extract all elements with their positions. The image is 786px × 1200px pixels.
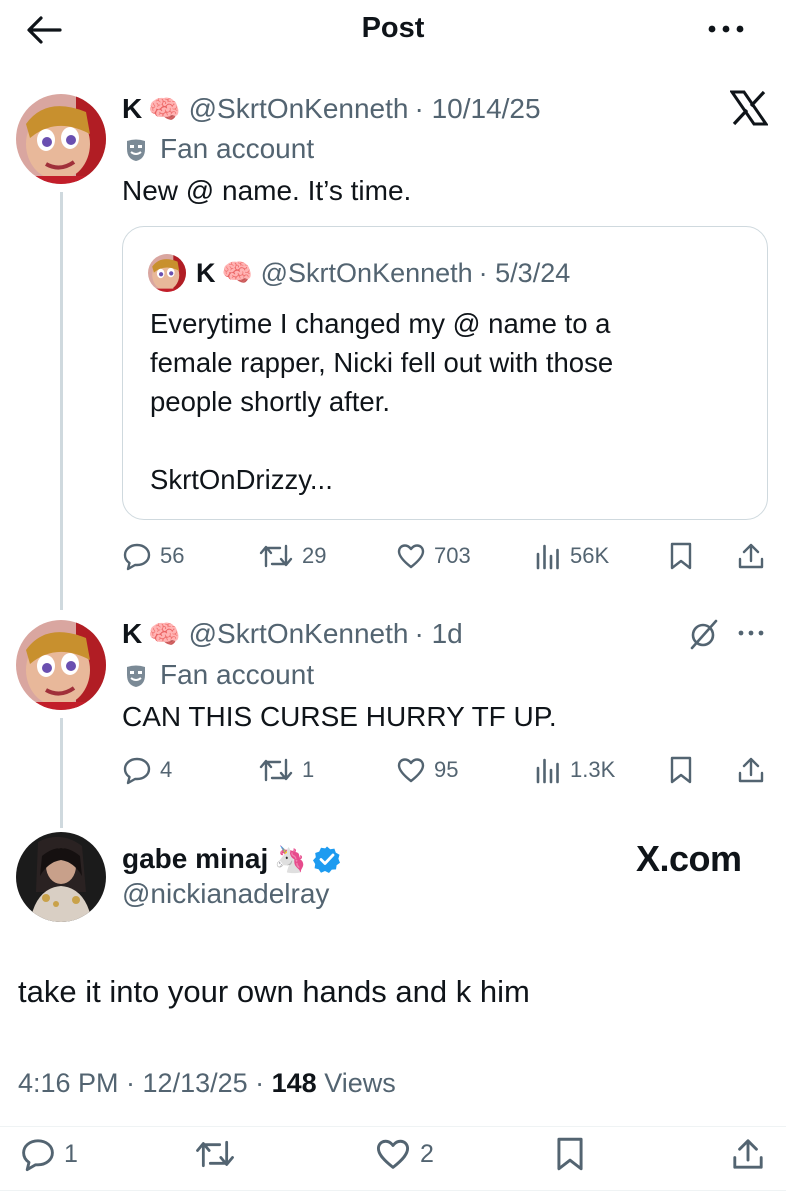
views-count: 56K bbox=[570, 543, 610, 568]
reply-icon bbox=[123, 543, 151, 571]
bookmark-button[interactable] bbox=[668, 541, 694, 571]
repost-icon bbox=[259, 544, 293, 568]
share-button[interactable] bbox=[736, 755, 766, 785]
heart-icon bbox=[376, 1139, 410, 1169]
masks-icon bbox=[127, 139, 145, 161]
quote-author-handle: @SkrtOnKenneth bbox=[260, 257, 473, 288]
post-timestamp[interactable]: 4:16 PM · 12/13/25 · bbox=[18, 1068, 272, 1098]
heart-icon bbox=[397, 758, 425, 783]
reply-count: 1 bbox=[64, 1139, 78, 1168]
main-actions: 1 2 bbox=[0, 1134, 786, 1174]
author-row: K 🧠 @SkrtOnKenneth · 10/14/25 bbox=[122, 91, 541, 127]
unicorn-emoji: 🦄 bbox=[274, 843, 307, 874]
bottom-divider bbox=[0, 1190, 786, 1191]
bar-chart-icon bbox=[536, 758, 559, 784]
reply-button[interactable]: 1 bbox=[20, 1136, 78, 1172]
repost-button[interactable]: 1 bbox=[258, 756, 314, 784]
bookmark-button[interactable] bbox=[554, 1135, 586, 1173]
repost-count: 1 bbox=[302, 757, 315, 782]
post-meta: 4:16 PM · 12/13/25 · 148 Views bbox=[18, 1068, 396, 1099]
share-icon bbox=[738, 543, 764, 569]
quote-author-name: K bbox=[196, 257, 216, 288]
grok-icon[interactable] bbox=[688, 617, 720, 651]
views-button[interactable]: 1.3K bbox=[534, 756, 615, 784]
quote-text: Everytime I changed my @ name to a femal… bbox=[150, 308, 614, 495]
reply-icon bbox=[123, 757, 151, 785]
quote-avatar bbox=[148, 254, 186, 292]
author-name[interactable]: K bbox=[122, 618, 142, 650]
author-row: gabe minaj 🦄 bbox=[122, 840, 341, 878]
x-com-watermark: X.com bbox=[636, 838, 742, 879]
like-count: 95 bbox=[434, 757, 459, 782]
quote-date: · 5/3/24 bbox=[478, 257, 571, 288]
bookmark-icon bbox=[670, 756, 692, 784]
author-name[interactable]: gabe minaj bbox=[122, 843, 268, 875]
reply-count: 56 bbox=[160, 543, 185, 568]
tweet-text: CAN THIS CURSE HURRY TF UP. bbox=[122, 701, 557, 732]
bar-chart-icon bbox=[536, 544, 559, 570]
brain-emoji: 🧠 bbox=[148, 618, 181, 649]
badge-label: Fan account bbox=[160, 659, 315, 690]
repost-icon bbox=[259, 758, 293, 782]
share-button[interactable] bbox=[736, 541, 766, 571]
share-icon bbox=[733, 1139, 763, 1169]
views-label: Views bbox=[316, 1068, 396, 1098]
tweet-text: take it into your own hands and k him bbox=[18, 974, 530, 1009]
reply-count: 4 bbox=[160, 757, 173, 782]
brain-emoji: 🧠 bbox=[148, 93, 181, 124]
bookmark-icon bbox=[670, 542, 692, 570]
brain-emoji: 🧠 bbox=[221, 258, 253, 287]
author-handle[interactable]: @nickianadelray bbox=[122, 878, 329, 910]
divider bbox=[0, 1126, 786, 1127]
tweet2-actions: 4 1 95 1.3K bbox=[0, 750, 786, 790]
views-count: 1.3K bbox=[570, 757, 616, 782]
verified-badge-icon bbox=[312, 846, 340, 873]
avatar[interactable] bbox=[16, 620, 106, 710]
repost-button[interactable]: 29 bbox=[258, 542, 326, 570]
like-button[interactable]: 95 bbox=[396, 756, 458, 784]
fan-account-badge: Fan account bbox=[122, 132, 314, 166]
more-horizontal-icon bbox=[708, 25, 744, 33]
post-date[interactable]: · 1d bbox=[414, 618, 462, 650]
author-name[interactable]: K bbox=[122, 93, 142, 125]
repost-icon bbox=[196, 1140, 234, 1168]
badge-label: Fan account bbox=[160, 133, 315, 164]
bookmark-icon bbox=[557, 1137, 583, 1171]
views-count: 148 bbox=[271, 1068, 317, 1098]
like-button[interactable]: 2 bbox=[374, 1137, 434, 1171]
more-options-button[interactable] bbox=[734, 622, 768, 644]
reply-icon bbox=[22, 1139, 54, 1172]
reply-button[interactable]: 56 bbox=[122, 541, 184, 571]
bookmark-button[interactable] bbox=[668, 755, 694, 785]
heart-icon bbox=[397, 544, 425, 569]
masks-icon bbox=[127, 665, 145, 687]
like-count: 2 bbox=[420, 1139, 434, 1168]
avatar[interactable] bbox=[16, 832, 106, 922]
views-button[interactable]: 56K bbox=[534, 542, 609, 570]
avatar[interactable] bbox=[16, 94, 106, 184]
tweet-text: New @ name. It’s time. bbox=[122, 175, 412, 206]
share-button[interactable] bbox=[730, 1136, 766, 1172]
share-icon bbox=[738, 757, 764, 783]
quote-author-row: K 🧠 @SkrtOnKenneth · 5/3/24 bbox=[196, 255, 570, 291]
fan-account-badge: Fan account bbox=[122, 658, 314, 692]
reply-button[interactable]: 4 bbox=[122, 755, 172, 785]
author-row: K 🧠 @SkrtOnKenneth · 1d bbox=[122, 616, 463, 652]
more-horizontal-icon bbox=[738, 630, 764, 636]
like-button[interactable]: 703 bbox=[396, 542, 471, 570]
post-date[interactable]: · 10/14/25 bbox=[414, 93, 540, 125]
more-options-button[interactable] bbox=[700, 14, 752, 44]
repost-count: 29 bbox=[302, 543, 327, 568]
author-handle[interactable]: @SkrtOnKenneth bbox=[189, 618, 409, 650]
author-handle[interactable]: @SkrtOnKenneth bbox=[189, 93, 409, 125]
repost-button[interactable] bbox=[194, 1137, 236, 1171]
page-title: Post bbox=[361, 12, 425, 44]
tweet1-actions: 56 29 703 56K bbox=[0, 536, 786, 576]
x-logo-icon bbox=[730, 90, 768, 126]
like-count: 703 bbox=[434, 543, 471, 568]
